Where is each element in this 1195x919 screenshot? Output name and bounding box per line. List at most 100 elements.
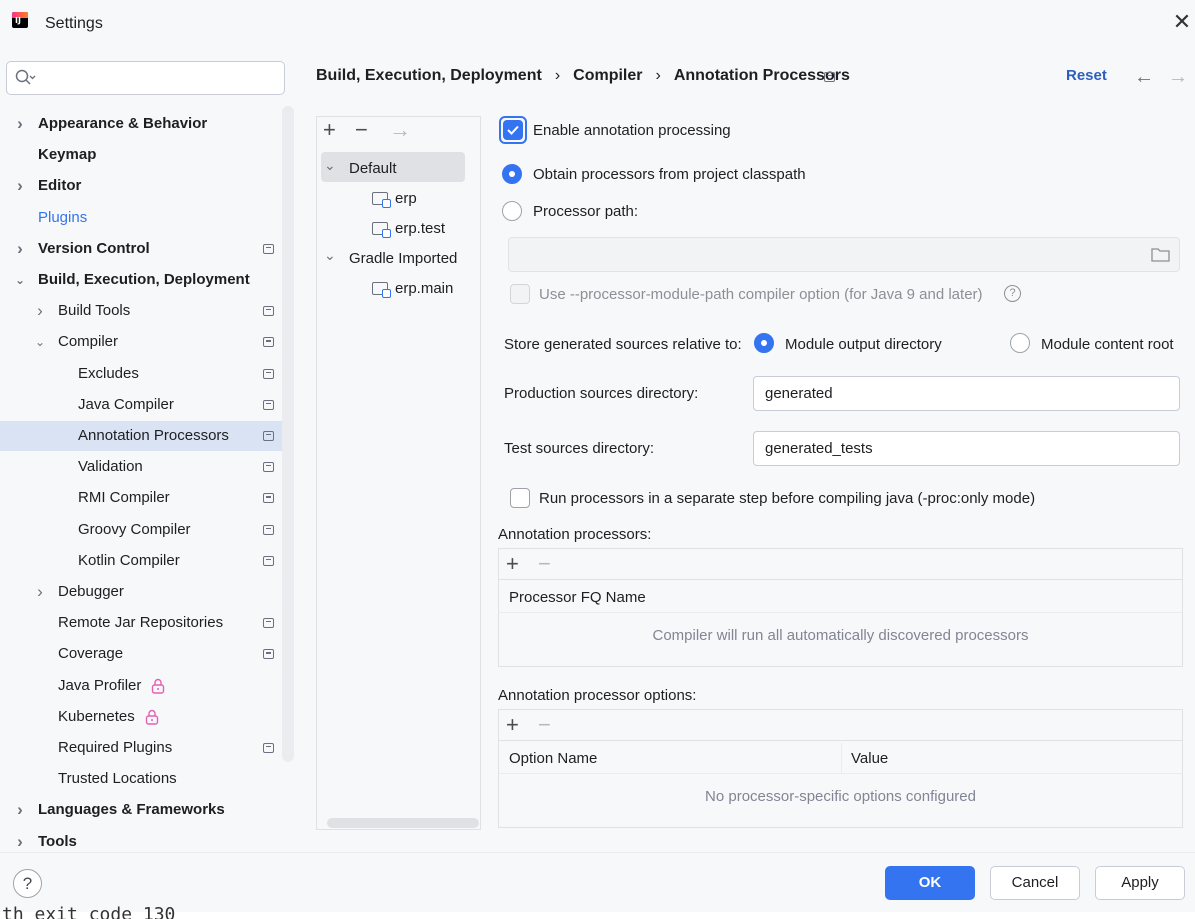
chevron-down-icon[interactable]: ⌄ xyxy=(34,327,46,357)
horizontal-scrollbar[interactable] xyxy=(327,818,479,828)
folder-browse-icon[interactable] xyxy=(1151,247,1170,262)
sidebar-item[interactable]: Java Compiler xyxy=(0,390,294,420)
close-icon[interactable]: ✕ xyxy=(1170,10,1194,34)
enable-processing-label: Enable annotation processing xyxy=(533,122,731,139)
test-dir-field[interactable]: generated_tests xyxy=(753,431,1180,466)
sidebar-item[interactable]: › Version Control xyxy=(0,234,294,264)
enable-processing-checkbox[interactable] xyxy=(503,120,523,140)
run-separate-checkbox[interactable] xyxy=(510,488,530,508)
sidebar-scrollbar[interactable] xyxy=(282,106,294,762)
processor-path-field[interactable] xyxy=(508,237,1180,272)
add-option-icon[interactable]: + xyxy=(506,714,519,736)
project-level-icon xyxy=(263,462,274,473)
sidebar-item[interactable]: › Appearance & Behavior xyxy=(0,109,294,139)
sidebar-item[interactable]: Plugins xyxy=(0,203,294,233)
sidebar-item[interactable]: Kubernetes xyxy=(0,702,294,732)
empty-table-message: Compiler will run all automatically disc… xyxy=(652,627,1029,644)
module-content-root-radio[interactable] xyxy=(1010,333,1030,353)
chevron-down-icon[interactable]: ⌄ xyxy=(324,150,336,180)
module-folder-icon xyxy=(372,222,391,238)
title-bar xyxy=(0,0,1195,50)
sidebar-item[interactable]: Kotlin Compiler xyxy=(0,546,294,576)
processor-path-radio[interactable] xyxy=(502,201,522,221)
project-level-icon xyxy=(263,368,274,379)
module-label: erp.main xyxy=(395,280,454,297)
add-processor-icon[interactable]: + xyxy=(506,553,519,575)
sidebar-item-label: Coverage xyxy=(58,645,124,663)
empty-table-message: No processor-specific options configured xyxy=(705,788,976,805)
column-separator[interactable] xyxy=(841,743,842,774)
sidebar-item[interactable]: › Languages & Frameworks xyxy=(0,795,294,825)
sidebar-item-label: Plugins xyxy=(38,208,88,226)
project-level-icon xyxy=(263,524,274,535)
profile-label: Gradle Imported xyxy=(349,250,458,267)
sidebar-item[interactable]: › Build Tools xyxy=(0,296,294,326)
remove-option-icon[interactable]: − xyxy=(538,714,551,736)
chevron-down-icon[interactable]: ⌄ xyxy=(324,240,336,270)
obtain-classpath-radio[interactable] xyxy=(502,164,522,184)
sidebar-item[interactable]: Annotation Processors xyxy=(0,421,294,451)
sidebar-item[interactable]: Validation xyxy=(0,452,294,482)
chevron-right-icon[interactable]: › xyxy=(14,109,26,139)
sidebar-item[interactable]: Excludes xyxy=(0,359,294,389)
breadcrumb: Build, Execution, Deployment › Compiler › An… xyxy=(316,67,850,89)
sidebar-item-label: Editor xyxy=(38,177,82,195)
chevron-down-icon[interactable]: ⌄ xyxy=(14,265,26,295)
chevron-right-icon[interactable]: › xyxy=(34,577,46,607)
processors-title: Annotation processors: xyxy=(498,526,652,543)
breadcrumb-item: Compiler xyxy=(573,67,643,84)
table-toolbar: + − xyxy=(499,710,1182,741)
remove-icon[interactable]: − xyxy=(355,119,368,141)
sidebar-item[interactable]: ⌄ Compiler xyxy=(0,327,294,357)
sidebar-item[interactable]: RMI Compiler xyxy=(0,483,294,513)
help-icon[interactable]: ? xyxy=(1004,285,1021,302)
sidebar-item[interactable]: ⌄ Build, Execution, Deployment xyxy=(0,265,294,295)
sidebar-item[interactable]: Trusted Locations xyxy=(0,764,294,794)
window-title: Settings xyxy=(45,15,103,32)
chevron-right-icon[interactable]: › xyxy=(14,171,26,201)
sidebar-item-label: Required Plugins xyxy=(58,739,173,756)
sidebar-item-label: Appearance & Behavior xyxy=(38,115,208,132)
sidebar-item[interactable]: › Editor xyxy=(0,171,294,201)
processor-name-column-header[interactable]: Processor FQ Name xyxy=(499,582,1182,613)
breadcrumb-separator: › xyxy=(554,67,561,84)
sidebar-item-label: Kotlin Compiler xyxy=(78,551,180,569)
chevron-right-icon[interactable]: › xyxy=(14,795,26,825)
apply-button[interactable]: Apply xyxy=(1095,866,1185,900)
table-toolbar: + − xyxy=(499,549,1182,580)
cancel-button[interactable]: Cancel xyxy=(990,866,1080,900)
remove-processor-icon[interactable]: − xyxy=(538,553,551,575)
forward-arrow-icon[interactable]: → xyxy=(1168,66,1188,89)
project-level-icon xyxy=(263,618,274,629)
module-output-radio[interactable] xyxy=(754,333,774,353)
sidebar-item[interactable]: Keymap xyxy=(0,140,294,170)
move-arrow-icon[interactable]: → xyxy=(389,119,411,141)
module-output-label: Module output directory xyxy=(785,336,942,353)
settings-search-input[interactable] xyxy=(6,61,285,95)
add-icon[interactable]: + xyxy=(323,119,336,141)
help-button[interactable]: ? xyxy=(13,869,42,898)
value-column-header[interactable]: Value xyxy=(851,743,888,774)
sidebar-item[interactable]: Remote Jar Repositories xyxy=(0,608,294,638)
sidebar-item[interactable]: Groovy Compiler xyxy=(0,515,294,545)
reset-link[interactable]: Reset xyxy=(1066,67,1107,84)
test-dir-label: Test sources directory: xyxy=(504,440,655,457)
chevron-right-icon[interactable]: › xyxy=(14,234,26,264)
profile-label: Default xyxy=(349,160,397,177)
background-terminal-text: th exit code 130 xyxy=(2,904,176,919)
sidebar-item[interactable]: Required Plugins xyxy=(0,733,294,763)
back-arrow-icon[interactable]: ← xyxy=(1134,66,1154,89)
option-name-column-header[interactable]: Option Name xyxy=(509,743,597,774)
sidebar-item[interactable]: › Debugger xyxy=(0,577,294,607)
options-title: Annotation processor options: xyxy=(498,687,697,704)
sidebar-item-label: Validation xyxy=(78,458,143,476)
sidebar-item[interactable]: Java Profiler xyxy=(0,671,294,701)
chevron-right-icon[interactable]: › xyxy=(34,296,46,326)
options-table-header: Option Name Value xyxy=(499,743,1182,774)
sidebar-item[interactable]: Coverage xyxy=(0,639,294,669)
production-dir-field[interactable]: generated xyxy=(753,376,1180,411)
module-path-checkbox[interactable] xyxy=(510,284,530,304)
ok-button[interactable]: OK xyxy=(885,866,975,900)
search-icon[interactable] xyxy=(14,68,36,88)
module-folder-icon xyxy=(372,192,391,208)
